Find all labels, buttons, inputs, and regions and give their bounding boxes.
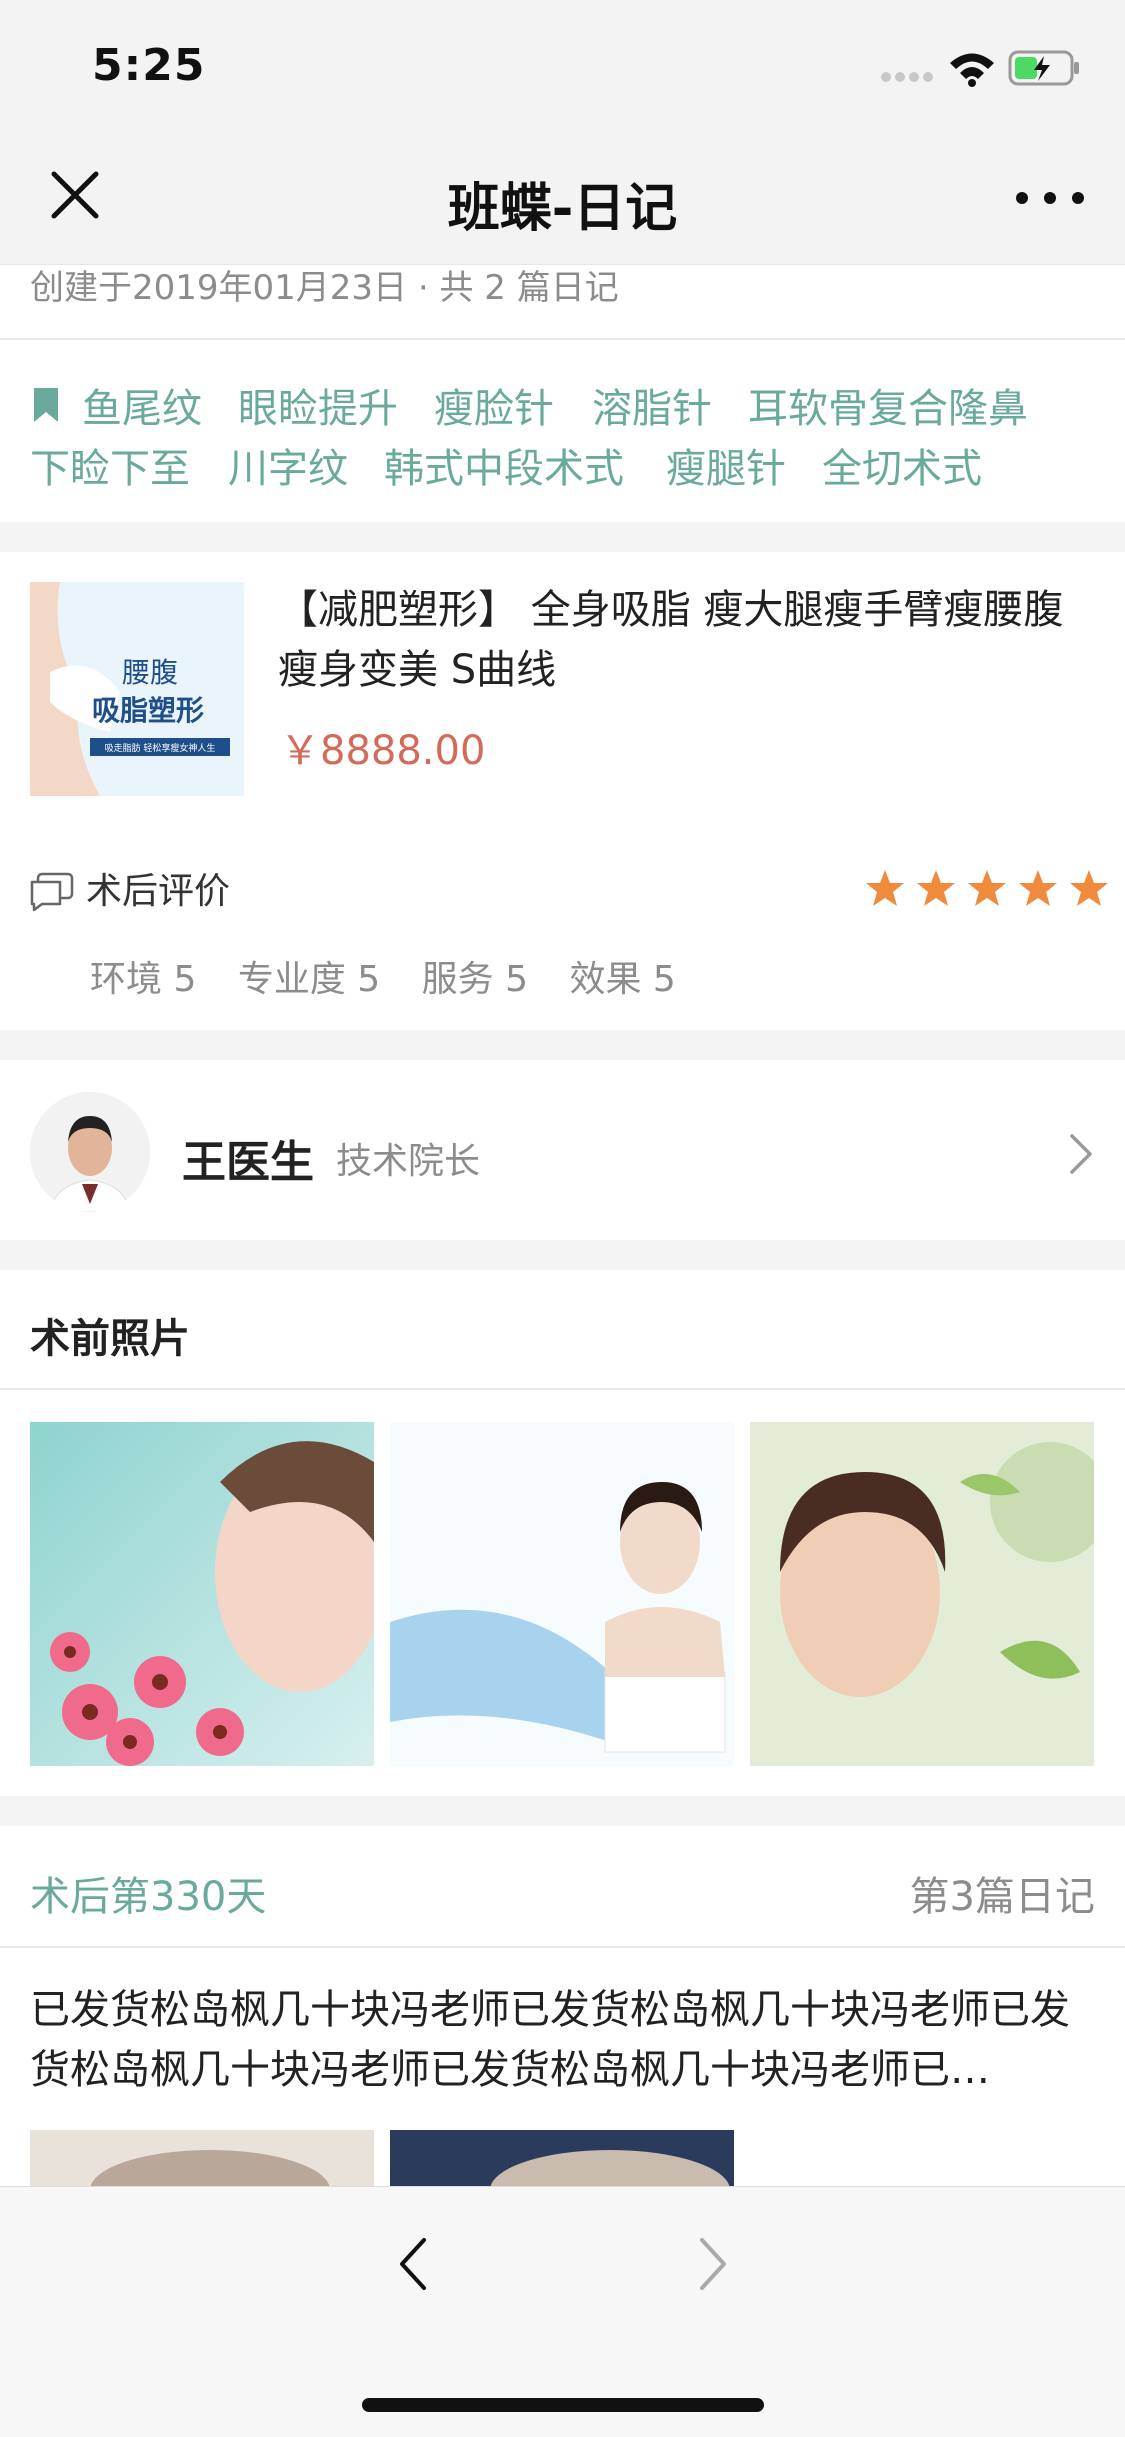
score-service: 服务 5 — [421, 959, 528, 1000]
svg-text:吸脂塑形: 吸脂塑形 — [92, 694, 204, 727]
tag-item[interactable]: 全切术式 — [822, 436, 982, 494]
diary-photo[interactable] — [30, 2130, 374, 2190]
diary-text[interactable]: 已发货松岛枫几十块冯老师已发货松岛枫几十块冯老师已发货松岛枫几十块冯老师已发货松… — [30, 1980, 1090, 2100]
page-title: 班蝶-日记 — [447, 179, 678, 239]
product-price: ￥8888.00 — [280, 728, 486, 774]
section-gap — [0, 1030, 1125, 1060]
review-label: 术后评价 — [86, 871, 231, 912]
score-expertise: 专业度 5 — [237, 959, 381, 1000]
diary-index: 第3篇日记 — [909, 1874, 1095, 1920]
tag-item[interactable]: 鱼尾纹 — [82, 376, 202, 434]
comment-icon — [30, 872, 74, 912]
home-indicator — [362, 2398, 764, 2412]
tag-item[interactable]: 眼睑提升 — [238, 376, 398, 434]
star-icon — [917, 870, 955, 906]
diary-photo[interactable] — [390, 2130, 734, 2190]
doctor-name: 王医生 — [182, 1137, 314, 1188]
section-gap — [0, 1796, 1125, 1826]
battery-icon — [1008, 50, 1079, 86]
tag-item[interactable]: 耳软骨复合隆鼻 — [748, 376, 1028, 434]
tag-item[interactable]: 溶脂针 — [592, 376, 712, 434]
tag-item[interactable]: 下睑下至 — [30, 436, 190, 494]
pre-op-photo[interactable] — [390, 1422, 734, 1766]
star-icon — [1019, 870, 1057, 906]
diary-created-info: 创建于2019年01月23日 · 共 2 篇日记 — [30, 268, 619, 308]
cellular-signal-icon — [881, 72, 933, 82]
product-image[interactable]: 腰腹 吸脂塑形 吸走脂肪 轻松享瘦女神人生 — [30, 582, 244, 796]
doctor-row[interactable] — [0, 1060, 1125, 1240]
star-icon — [866, 870, 904, 906]
more-options-icon[interactable] — [1010, 180, 1090, 216]
tag-item[interactable]: 瘦腿针 — [666, 436, 786, 494]
doctor-title: 技术院长 — [336, 1141, 481, 1182]
svg-text:腰腹: 腰腹 — [122, 656, 178, 689]
star-icon — [968, 870, 1006, 906]
rating-stars — [854, 868, 1109, 912]
section-gap — [0, 1240, 1125, 1270]
back-icon[interactable] — [394, 2236, 434, 2292]
divider — [0, 338, 1125, 340]
review-scores: 环境 5 专业度 5 服务 5 效果 5 — [90, 950, 706, 1002]
score-environment: 环境 5 — [90, 959, 197, 1000]
wifi-icon — [950, 53, 994, 87]
tag-item[interactable]: 瘦脸针 — [434, 376, 554, 434]
doctor-avatar — [30, 1092, 150, 1212]
pre-op-photo[interactable] — [750, 1422, 1094, 1766]
tag-item[interactable]: 川字纹 — [228, 436, 348, 494]
divider — [0, 1946, 1125, 1948]
star-icon — [1070, 870, 1108, 906]
section-gap — [0, 522, 1125, 552]
pre-op-photos-title: 术前照片 — [30, 1316, 190, 1362]
svg-text:吸走脂肪 轻松享瘦女神人生: 吸走脂肪 轻松享瘦女神人生 — [105, 742, 216, 754]
chevron-right-icon — [1070, 1134, 1092, 1174]
product-title[interactable]: 【减肥塑形】 全身吸脂 瘦大腿瘦手臂瘦腰腹 瘦身变美 S曲线 — [278, 580, 1078, 700]
status-time: 5:25 — [92, 40, 206, 91]
bookmark-icon — [34, 388, 58, 422]
forward-icon[interactable] — [692, 2236, 732, 2292]
post-op-day-label: 术后第330天 — [30, 1874, 267, 1920]
pre-op-photo[interactable] — [30, 1422, 374, 1766]
tag-item[interactable]: 韩式中段术式 — [384, 436, 624, 494]
divider — [0, 1388, 1125, 1390]
score-effect: 效果 5 — [569, 959, 676, 1000]
